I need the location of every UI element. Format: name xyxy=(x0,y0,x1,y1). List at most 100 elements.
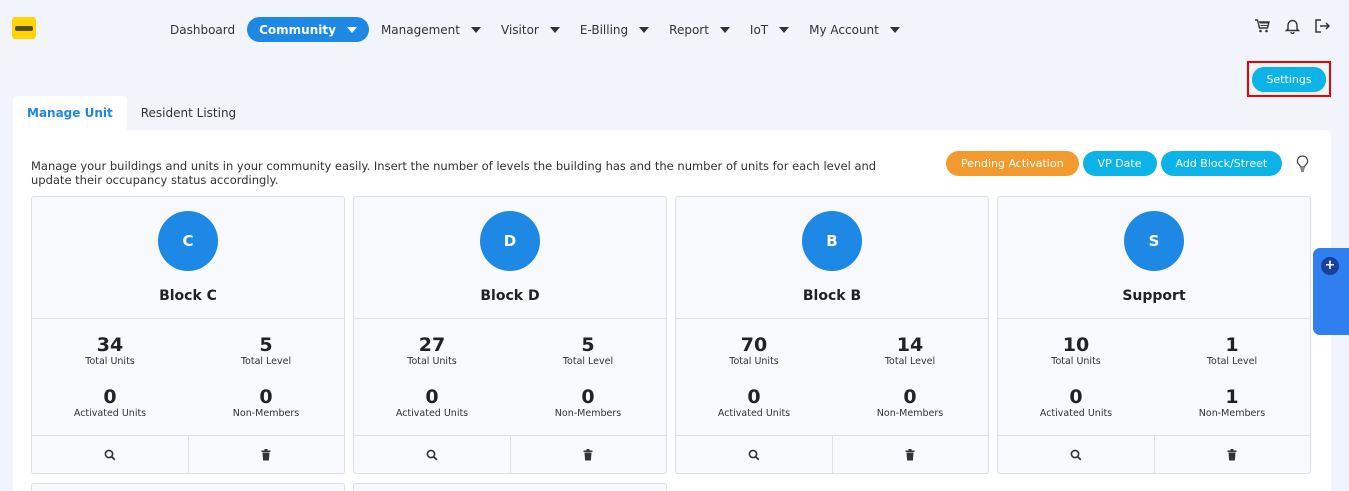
block-card-header: C Block C xyxy=(32,197,344,319)
nav-label: Report xyxy=(669,22,709,37)
stat-label: Total Units xyxy=(85,356,135,367)
block-card xyxy=(353,483,667,491)
nav-my-account[interactable]: My Account xyxy=(801,17,908,42)
stat-value: 0 xyxy=(1069,386,1083,408)
stat-value: 0 xyxy=(747,386,761,408)
trash-icon xyxy=(905,446,915,465)
nav-visitor[interactable]: Visitor xyxy=(493,17,568,42)
plus-icon[interactable]: + xyxy=(1321,257,1339,275)
stat-value: 0 xyxy=(903,386,917,408)
pending-activation-button[interactable]: Pending Activation xyxy=(946,151,1079,176)
floating-side-tab[interactable]: + xyxy=(1313,248,1349,335)
add-block-button[interactable]: Add Block/Street xyxy=(1160,151,1283,176)
stat-non-members: 0 Non-Members xyxy=(188,386,344,438)
stat-total-level: 14 Total Level xyxy=(832,334,988,386)
stat-label: Total Level xyxy=(562,356,614,367)
stat-value: 70 xyxy=(740,334,768,356)
nav-report[interactable]: Report xyxy=(661,17,738,42)
nav-dashboard[interactable]: Dashboard xyxy=(162,17,243,42)
stat-label: Non-Members xyxy=(1198,408,1266,419)
stat-non-members: 0 Non-Members xyxy=(510,386,666,438)
stat-activated-units: 0 Activated Units xyxy=(676,386,832,438)
view-block-button[interactable] xyxy=(998,436,1154,473)
stat-label: Activated Units xyxy=(395,408,469,419)
tab-bar: Manage Unit Resident Listing xyxy=(13,96,250,130)
app-logo[interactable] xyxy=(12,17,36,39)
vp-date-button[interactable]: VP Date xyxy=(1082,151,1157,176)
stat-label: Total Units xyxy=(1051,356,1101,367)
view-block-button[interactable] xyxy=(676,436,832,473)
nav-label: IoT xyxy=(749,22,769,37)
nav-label: Community xyxy=(259,22,336,37)
nav-label: Visitor xyxy=(501,22,539,37)
nav-label: Dashboard xyxy=(170,22,236,37)
stat-label: Total Units xyxy=(729,356,779,367)
stat-label: Activated Units xyxy=(717,408,791,419)
block-avatar: B xyxy=(802,211,862,271)
manage-unit-panel: Manage your buildings and units in your … xyxy=(13,130,1331,491)
delete-block-button[interactable] xyxy=(1153,436,1311,473)
bell-icon[interactable] xyxy=(1283,17,1301,35)
block-card-list: C Block C 34 Total Units 5 Total Level 0 Ac… xyxy=(31,196,1311,474)
stat-activated-units: 0 Activated Units xyxy=(32,386,188,438)
lightbulb-icon[interactable] xyxy=(1294,155,1310,173)
stat-label: Non-Members xyxy=(876,408,944,419)
nav-label: My Account xyxy=(809,22,879,37)
block-card: D Block D 27 Total Units 5 Total Level 0 Ac… xyxy=(353,196,667,474)
stat-label: Non-Members xyxy=(232,408,300,419)
top-icon-group xyxy=(1253,17,1331,35)
block-stats: 70 Total Units 14 Total Level 0 Activated U… xyxy=(676,319,988,436)
block-card-header: D Block D xyxy=(354,197,666,319)
stat-label: Total Level xyxy=(1206,356,1258,367)
delete-block-button[interactable] xyxy=(509,436,667,473)
block-card: S Support 10 Total Units 1 Total Level 0 Ac… xyxy=(997,196,1311,474)
stat-value: 0 xyxy=(103,386,117,408)
cart-icon[interactable] xyxy=(1253,17,1271,35)
view-block-button[interactable] xyxy=(32,436,188,473)
stat-activated-units: 0 Activated Units xyxy=(354,386,510,438)
nav-community[interactable]: Community xyxy=(247,17,369,42)
stat-total-level: 5 Total Level xyxy=(510,334,666,386)
trash-icon xyxy=(1227,446,1237,465)
stat-activated-units: 0 Activated Units xyxy=(998,386,1154,438)
stat-label: Activated Units xyxy=(1039,408,1113,419)
stat-value: 34 xyxy=(96,334,124,356)
block-name: Block B xyxy=(802,288,862,304)
caret-down-icon xyxy=(346,26,357,33)
block-name: Block C xyxy=(159,288,217,304)
caret-down-icon xyxy=(549,26,560,33)
tab-resident-listing[interactable]: Resident Listing xyxy=(127,96,250,130)
nav-management[interactable]: Management xyxy=(373,17,489,42)
block-avatar: D xyxy=(480,211,540,271)
caret-down-icon xyxy=(639,26,650,33)
stat-non-members: 0 Non-Members xyxy=(832,386,988,438)
tab-manage-unit[interactable]: Manage Unit xyxy=(13,96,127,130)
nav-iot[interactable]: IoT xyxy=(742,17,797,42)
delete-block-button[interactable] xyxy=(831,436,989,473)
stat-value: 1 xyxy=(1225,334,1239,356)
stat-total-units: 70 Total Units xyxy=(676,334,832,386)
action-buttons: Pending Activation VP Date Add Block/Str… xyxy=(946,151,1310,176)
search-icon xyxy=(748,446,760,465)
trash-icon xyxy=(583,446,593,465)
view-block-button[interactable] xyxy=(354,436,510,473)
search-icon xyxy=(104,446,116,465)
settings-button[interactable]: Settings xyxy=(1252,66,1326,92)
trash-icon xyxy=(261,446,271,465)
delete-block-button[interactable] xyxy=(187,436,345,473)
block-stats: 34 Total Units 5 Total Level 0 Activated Un… xyxy=(32,319,344,436)
block-card-footer xyxy=(998,436,1311,473)
logout-icon[interactable] xyxy=(1313,17,1331,35)
block-avatar: C xyxy=(158,211,218,271)
stat-label: Total Level xyxy=(884,356,936,367)
block-card-footer xyxy=(32,436,345,473)
block-stats: 10 Total Units 1 Total Level 0 Activated Un… xyxy=(998,319,1310,436)
top-navbar: Dashboard Community Management Visitor E… xyxy=(0,0,1349,58)
stat-value: 10 xyxy=(1062,334,1090,356)
block-card-footer xyxy=(676,436,989,473)
block-stats: 27 Total Units 5 Total Level 0 Activated Un… xyxy=(354,319,666,436)
caret-down-icon xyxy=(719,26,730,33)
nav-ebilling[interactable]: E-Billing xyxy=(572,17,657,42)
stat-total-level: 5 Total Level xyxy=(188,334,344,386)
main-nav: Dashboard Community Management Visitor E… xyxy=(162,17,912,42)
